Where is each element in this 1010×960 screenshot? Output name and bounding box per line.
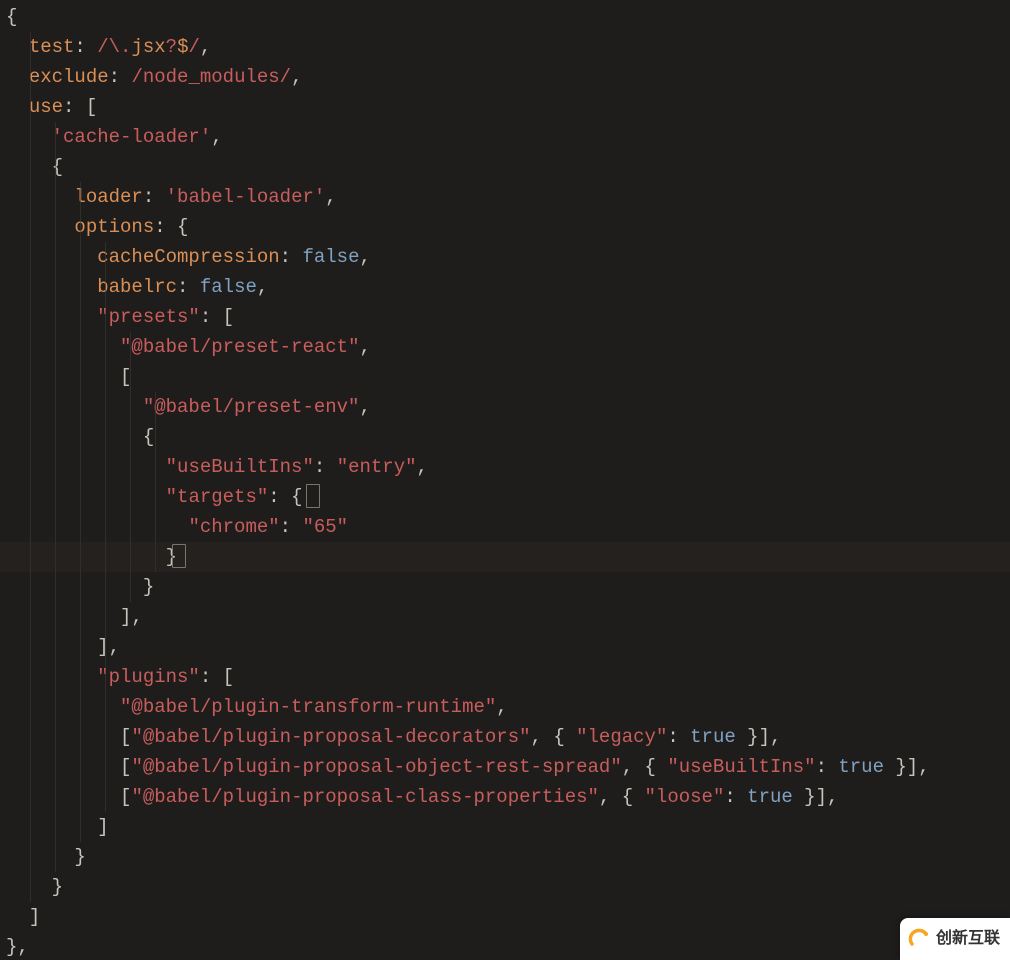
code-token: /\.jsx?$/	[97, 36, 200, 58]
code-token: "targets"	[166, 486, 269, 508]
code-token: {	[6, 6, 17, 28]
watermark-badge: 创新互联	[900, 918, 1010, 960]
code-token: "useBuiltIns"	[667, 756, 815, 778]
code-token: test	[29, 36, 75, 58]
code-token: "65"	[302, 516, 348, 538]
code-token: 'babel-loader'	[166, 186, 326, 208]
code-token: use	[29, 96, 63, 118]
code-token: "@babel/preset-env"	[143, 396, 360, 418]
code-token: /node_modules/	[131, 66, 291, 88]
code-token: "loose"	[645, 786, 725, 808]
code-token: false	[302, 246, 359, 268]
code-token: "legacy"	[576, 726, 667, 748]
code-token: babelrc	[97, 276, 177, 298]
code-token: true	[747, 786, 793, 808]
watermark-text: 创新互联	[936, 924, 1000, 954]
code-token: "@babel/plugin-proposal-decorators"	[131, 726, 530, 748]
code-token: "entry"	[337, 456, 417, 478]
code-editor[interactable]: { test: /\.jsx?$/, exclude: /node_module…	[0, 0, 1010, 960]
code-token: true	[690, 726, 736, 748]
code-token: "@babel/plugin-transform-runtime"	[120, 696, 496, 718]
code-token: "@babel/plugin-proposal-object-rest-spre…	[131, 756, 621, 778]
watermark-logo-icon	[908, 928, 930, 950]
code-token: "presets"	[97, 306, 200, 328]
code-token: 'cache-loader'	[52, 126, 212, 148]
code-token: "useBuiltIns"	[166, 456, 314, 478]
code-token: loader	[74, 186, 142, 208]
code-token: "plugins"	[97, 666, 200, 688]
code-token: "@babel/plugin-proposal-class-properties…	[131, 786, 598, 808]
code-token: false	[200, 276, 257, 298]
code-token: options	[74, 216, 154, 238]
code-token: "@babel/preset-react"	[120, 336, 359, 358]
code-token: cacheCompression	[97, 246, 279, 268]
code-token: exclude	[29, 66, 109, 88]
code-token: "chrome"	[188, 516, 279, 538]
code-token: true	[838, 756, 884, 778]
code-content: { test: /\.jsx?$/, exclude: /node_module…	[0, 2, 1010, 960]
